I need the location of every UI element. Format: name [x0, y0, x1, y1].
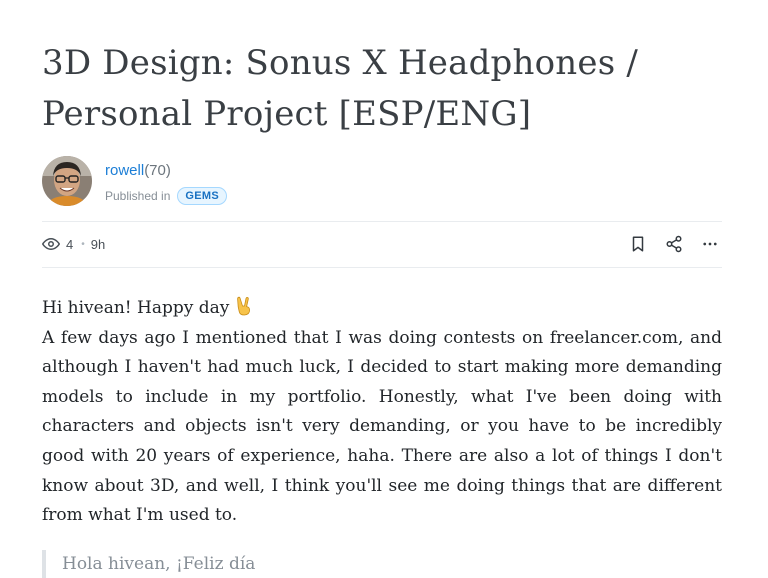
share-button[interactable]	[662, 232, 686, 256]
greeting-text: Hi hivean! Happy day	[42, 298, 230, 318]
blockquote-text: Hola hivean, ¡Feliz día	[62, 554, 256, 574]
blockquote: Hola hivean, ¡Feliz día	[42, 550, 742, 578]
author-reputation: (70)	[144, 162, 171, 179]
post-age: 9h	[90, 236, 106, 252]
greeting-line: Hi hivean! Happy day	[42, 294, 722, 324]
author-name-link[interactable]: rowell	[105, 162, 144, 179]
article: 3D Design: Sonus X Headphones / Personal…	[42, 0, 722, 578]
author-line: rowell(70)	[105, 161, 227, 181]
victory-hand-emoji	[235, 296, 253, 316]
post-body: Hi hivean! Happy day A few days ago I me…	[42, 294, 722, 531]
more-options-button[interactable]	[698, 232, 722, 256]
stats-left: 4 • 9h	[42, 235, 105, 253]
view-count: 4	[66, 236, 74, 252]
divider-bottom	[42, 267, 722, 268]
community-badge[interactable]: GEMS	[177, 187, 227, 205]
published-label: Published in	[105, 189, 171, 203]
post-actions	[614, 232, 722, 256]
more-horizontal-icon	[703, 242, 717, 246]
stats-row: 4 • 9h	[42, 232, 722, 256]
author-row: rowell(70) Published in GEMS	[42, 156, 227, 208]
bookmark-icon	[632, 236, 644, 252]
published-line: Published in GEMS	[105, 187, 227, 205]
divider-top	[42, 221, 722, 222]
avatar[interactable]	[42, 156, 92, 206]
author-meta: rowell(70) Published in GEMS	[105, 156, 227, 205]
avatar-image	[42, 156, 92, 206]
post-title: 3D Design: Sonus X Headphones / Personal…	[42, 43, 639, 134]
intro-paragraph: A few days ago I mentioned that I was do…	[42, 327, 722, 526]
dot-separator: •	[81, 238, 85, 250]
bookmark-button[interactable]	[626, 232, 650, 256]
share-icon	[666, 235, 682, 253]
eye-icon	[42, 235, 60, 253]
